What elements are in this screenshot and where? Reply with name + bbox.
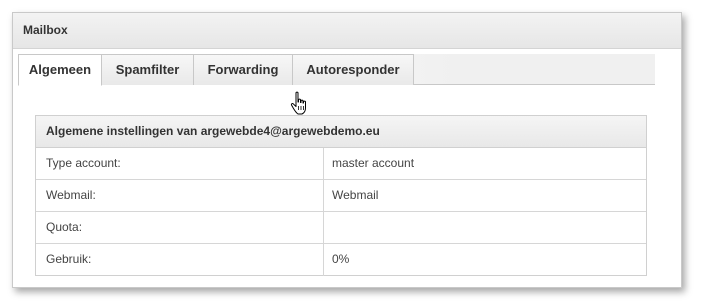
row-value-quota <box>324 212 646 243</box>
general-settings-panel: Algemene instellingen van argewebde4@arg… <box>35 115 647 276</box>
table-row: Gebruik: 0% <box>36 244 646 276</box>
tab-spamfilter[interactable]: Spamfilter <box>101 54 194 85</box>
row-value-webmail: Webmail <box>332 188 379 202</box>
table-row: Webmail: Webmail <box>36 180 646 212</box>
row-label-webmail: Webmail: <box>36 180 324 211</box>
row-value-type-account: master account <box>332 156 415 170</box>
window-title: Mailbox <box>13 13 681 49</box>
tab-bar: Algemeen Spamfilter Forwarding Autorespo… <box>18 54 655 86</box>
tab-autoresponder[interactable]: Autoresponder <box>292 54 414 85</box>
tab-forwarding[interactable]: Forwarding <box>193 54 293 85</box>
row-label-gebruik: Gebruik: <box>36 244 324 276</box>
table-row: Quota: <box>36 212 646 244</box>
row-value-gebruik: 0% <box>332 252 350 266</box>
panel-title: Algemene instellingen van argewebde4@arg… <box>36 116 646 148</box>
row-label-quota: Quota: <box>36 212 324 243</box>
tab-algemeen[interactable]: Algemeen <box>18 54 102 86</box>
table-row: Type account: master account <box>36 148 646 180</box>
hand-pointer-icon <box>290 91 310 117</box>
row-label-type-account: Type account: <box>36 148 324 179</box>
